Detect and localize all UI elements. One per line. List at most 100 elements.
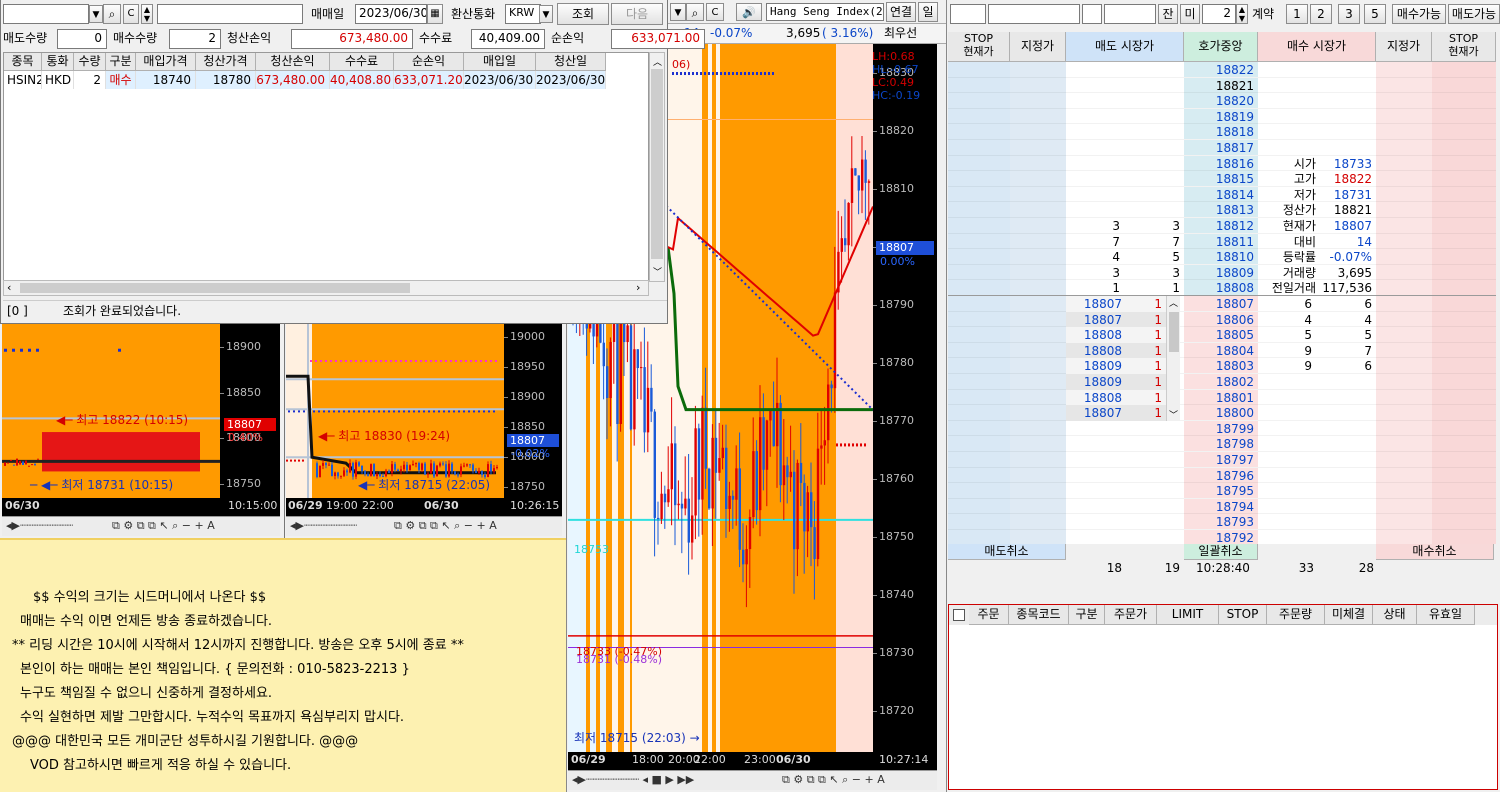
bid-qty[interactable]: 6 <box>1318 296 1376 312</box>
qty-preset-5[interactable]: 5 <box>1364 4 1386 24</box>
account-field-3[interactable] <box>1082 4 1102 24</box>
qty-preset-3[interactable]: 3 <box>1338 4 1360 24</box>
bid-qty[interactable]: 7 <box>1318 343 1376 359</box>
horizontal-scrollbar[interactable]: ‹ › <box>3 280 649 296</box>
h-scroll-thumb[interactable] <box>20 283 410 293</box>
scroll-left-icon[interactable]: ‹ <box>7 281 11 294</box>
orderbook-price[interactable]: 18809 <box>1184 264 1258 281</box>
scroll-up-icon[interactable]: ︿ <box>653 55 662 68</box>
col-limit-right[interactable]: 지정가 <box>1376 32 1432 62</box>
orderbook-price[interactable]: 18822 <box>1184 62 1258 78</box>
query-button[interactable]: 조회 <box>557 3 609 25</box>
orderbook-price[interactable]: 18805 <box>1184 327 1258 344</box>
col-center[interactable]: 호가중앙 <box>1184 32 1258 62</box>
scroll-down-icon[interactable]: ﹀ <box>653 265 662 278</box>
orderbook-price[interactable]: 18819 <box>1184 108 1258 125</box>
chart-tools-icons[interactable]: ⧉ ⚙ ⧉ ⧉ ↖ ⌕ − + A <box>782 773 885 787</box>
column-header[interactable]: 순손익 <box>394 53 464 71</box>
orderbook-price[interactable]: 18794 <box>1184 498 1258 515</box>
orderbook-price[interactable]: 18814 <box>1184 186 1258 203</box>
orderbook-price[interactable]: 18818 <box>1184 124 1258 141</box>
speaker-icon[interactable]: 🔊 <box>736 3 762 21</box>
orderbook-price[interactable]: 18816 <box>1184 155 1258 172</box>
ask-qty[interactable]: 3 <box>1066 218 1124 234</box>
column-header[interactable]: 종목 <box>4 53 42 71</box>
col-buy-market[interactable]: 매수 시장가 <box>1258 32 1376 62</box>
orderbook-price[interactable]: 18800 <box>1184 405 1258 422</box>
bid-qty[interactable]: 9 <box>1258 343 1316 359</box>
table-cell[interactable]: 18780 <box>196 71 256 89</box>
vertical-scrollbar[interactable]: ︿ ﹀ <box>649 52 665 282</box>
orderbook-body[interactable]: 18822 18821 18820 18819 18818 18817 18816 18815… <box>948 62 1496 544</box>
orderbook-price[interactable]: 18813 <box>1184 202 1258 219</box>
balance-button[interactable]: 잔 <box>1158 4 1178 24</box>
orderbook-price[interactable]: 18804 <box>1184 342 1258 359</box>
orders-column-header[interactable]: 미체결 <box>1325 605 1373 625</box>
bid-qty[interactable]: 5 <box>1318 327 1376 343</box>
ask-qty[interactable]: 7 <box>1126 234 1184 250</box>
bid-qty[interactable]: 4 <box>1318 312 1376 328</box>
select-all-checkbox[interactable] <box>953 609 965 621</box>
sell-possible-button[interactable]: 매도가능 <box>1448 4 1500 24</box>
dropdown-arrow-icon[interactable]: ▼ <box>670 3 686 21</box>
table-cell[interactable]: 18740 <box>136 71 196 89</box>
buy-possible-button[interactable]: 매수가능 <box>1392 4 1446 24</box>
col-stop-left[interactable]: STOP 현재가 <box>948 32 1010 62</box>
day-button[interactable]: 일 <box>918 2 938 22</box>
search-icon[interactable]: ⌕ <box>686 3 704 21</box>
qty-input[interactable]: 2 <box>1202 4 1236 24</box>
column-header[interactable]: 구분 <box>106 53 136 71</box>
symbol-input[interactable]: Hang Seng Index(23.06) <box>766 3 884 21</box>
orders-column-header[interactable]: 주문량 <box>1267 605 1325 625</box>
table-cell[interactable]: 매수 <box>106 71 136 89</box>
column-header[interactable]: 수량 <box>74 53 106 71</box>
orders-column-header[interactable]: 종목코드 <box>1009 605 1069 625</box>
orderbook-price[interactable]: 18810 <box>1184 249 1258 266</box>
table-cell[interactable]: 2 <box>74 71 106 89</box>
spin-icon[interactable]: ▲ ▼ <box>141 4 153 24</box>
orderbook-price[interactable]: 18793 <box>1184 514 1258 531</box>
table-cell[interactable]: 633,071.20 <box>394 71 464 89</box>
orderbook-price[interactable]: 18801 <box>1184 389 1258 406</box>
column-header[interactable]: 매입일 <box>464 53 536 71</box>
table-cell[interactable]: 2023/06/30 <box>464 71 536 89</box>
scroll-thumb[interactable] <box>651 69 663 259</box>
column-header[interactable]: 청산일 <box>536 53 606 71</box>
col-sell-market[interactable]: 매도 시장가 <box>1066 32 1184 62</box>
orderbook-price[interactable]: 18815 <box>1184 171 1258 188</box>
scroll-down-icon[interactable]: ﹀ <box>1169 408 1178 421</box>
orders-column-header[interactable]: 상태 <box>1373 605 1417 625</box>
scroll-icons[interactable]: ◂▶┈┈┈┈┈┈┈┈ <box>6 519 73 533</box>
orders-column-header[interactable]: LIMIT <box>1157 605 1219 625</box>
c-icon[interactable]: C <box>706 3 724 21</box>
account-field-2[interactable] <box>988 4 1080 24</box>
ask-qty[interactable]: 3 <box>1126 218 1184 234</box>
c-icon[interactable]: C <box>123 4 139 24</box>
orderbook-price[interactable]: 18792 <box>1184 530 1258 544</box>
table-cell[interactable]: 2023/06/30 <box>536 71 606 89</box>
mid-candle-chart[interactable] <box>286 324 504 498</box>
ask-qty[interactable]: 3 <box>1126 265 1184 281</box>
orderbook-price[interactable]: 18797 <box>1184 452 1258 468</box>
qty-spin-icon[interactable]: ▲ ▼ <box>1236 4 1248 24</box>
orderbook-price[interactable]: 18811 <box>1184 233 1258 250</box>
table-cell[interactable]: HSIN23 <box>4 71 42 89</box>
chart-tools-icons[interactable]: ⧉ ⚙ ⧉ ⧉ ↖ ⌕ − + A <box>394 519 497 533</box>
tick-scrollbar[interactable]: ︿ ﹀ <box>1166 296 1180 421</box>
orderbook-price[interactable]: 18795 <box>1184 483 1258 500</box>
orders-column-header[interactable]: 구분 <box>1069 605 1105 625</box>
bid-qty[interactable]: 4 <box>1258 312 1316 328</box>
settle-date-field[interactable]: 2023/06/30 <box>355 4 427 24</box>
scroll-icons[interactable]: ◂▶┈┈┈┈┈┈┈┈ <box>290 519 357 533</box>
table-cell[interactable]: 673,480.00 <box>256 71 330 89</box>
next-button[interactable]: 다음 <box>611 3 663 25</box>
cancel-sell-button[interactable]: 매도취소 <box>948 544 1066 560</box>
qty-preset-2[interactable]: 2 <box>1310 4 1332 24</box>
cancel-all-button[interactable]: 일괄취소 <box>1184 544 1258 560</box>
bid-qty[interactable]: 6 <box>1318 358 1376 374</box>
cancel-buy-button[interactable]: 매수취소 <box>1376 544 1494 560</box>
column-header[interactable]: 통화 <box>42 53 74 71</box>
column-header[interactable]: 매입가격 <box>136 53 196 71</box>
orderbook-price[interactable]: 18806 <box>1184 311 1258 328</box>
ask-qty[interactable]: 7 <box>1066 234 1124 250</box>
